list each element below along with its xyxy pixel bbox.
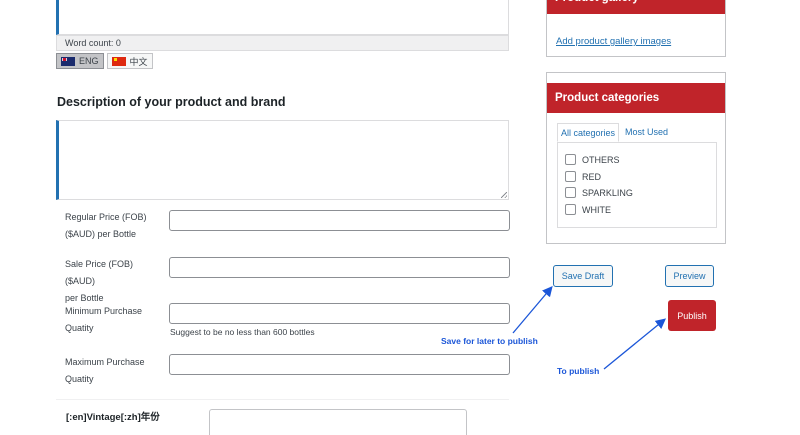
australia-flag-icon <box>61 56 75 66</box>
lang-button-eng[interactable]: ENG <box>56 53 104 69</box>
vintage-label: [:en]Vintage[:zh]年份 <box>66 412 160 423</box>
save-for-later-annotation: Save for later to publish <box>441 336 538 346</box>
tab-all-categories[interactable]: All categories <box>557 123 620 142</box>
publish-button[interactable]: Publish <box>668 300 716 331</box>
max-purchase-label: Maximum Purchase Quatity <box>65 357 145 384</box>
divider <box>56 399 509 400</box>
product-gallery-box: Product gallery Add product gallery imag… <box>546 0 726 57</box>
category-item-white[interactable]: WHITE <box>565 204 611 215</box>
category-checkbox[interactable] <box>565 171 576 182</box>
min-purchase-hint: Suggest to be no less than 600 bottles <box>170 327 315 337</box>
category-label: WHITE <box>582 204 611 215</box>
regular-price-label: Regular Price (FOB) ($AUD) per Bottle <box>65 212 147 239</box>
category-checkbox[interactable] <box>565 187 576 198</box>
arrow-to-save-draft <box>512 286 553 334</box>
category-item-sparkling[interactable]: SPARKLING <box>565 187 633 198</box>
lang-label-chinese: 中文 <box>129 56 148 67</box>
preview-button[interactable]: Preview <box>665 265 714 287</box>
vintage-input[interactable] <box>209 409 467 435</box>
product-categories-box: Product categories All categories Most U… <box>546 72 726 244</box>
china-flag-icon <box>111 56 126 66</box>
product-categories-title: Product categories <box>547 83 725 113</box>
to-publish-annotation: To publish <box>557 366 600 376</box>
sale-price-label: Sale Price (FOB) ($AUD) per Bottle <box>65 259 134 303</box>
category-item-others[interactable]: OTHERS <box>565 154 620 165</box>
word-count: Word count: 0 <box>56 35 509 51</box>
category-list: OTHERS RED SPARKLING WHITE <box>557 142 717 228</box>
lang-label-eng: ENG <box>79 56 99 66</box>
sale-price-input[interactable] <box>169 257 510 278</box>
save-draft-button[interactable]: Save Draft <box>553 265 613 287</box>
min-purchase-label: Minimum Purchase Quatity <box>65 306 143 333</box>
category-checkbox[interactable] <box>565 204 576 215</box>
lang-button-chinese[interactable]: 中文 <box>106 53 153 69</box>
category-label: RED <box>582 171 602 182</box>
max-purchase-input[interactable] <box>169 354 510 375</box>
category-label: SPARKLING <box>582 187 633 198</box>
language-switcher: ENG 中文 <box>56 53 153 69</box>
min-purchase-input[interactable] <box>169 303 510 324</box>
description-textarea[interactable] <box>56 120 509 200</box>
product-gallery-title: Product gallery <box>547 0 725 14</box>
description-heading: Description of your product and brand <box>57 95 286 109</box>
category-item-red[interactable]: RED <box>565 171 601 182</box>
category-tabs: All categories Most Used <box>557 123 671 142</box>
category-label: OTHERS <box>582 154 620 165</box>
arrow-to-publish <box>603 318 667 370</box>
regular-price-input[interactable] <box>169 210 510 231</box>
add-gallery-images-link[interactable]: Add product gallery images <box>556 36 671 47</box>
tab-most-used[interactable]: Most Used <box>619 123 671 142</box>
category-checkbox[interactable] <box>565 154 576 165</box>
content-editor-area[interactable] <box>56 0 509 35</box>
resize-grip-icon[interactable] <box>501 192 507 198</box>
